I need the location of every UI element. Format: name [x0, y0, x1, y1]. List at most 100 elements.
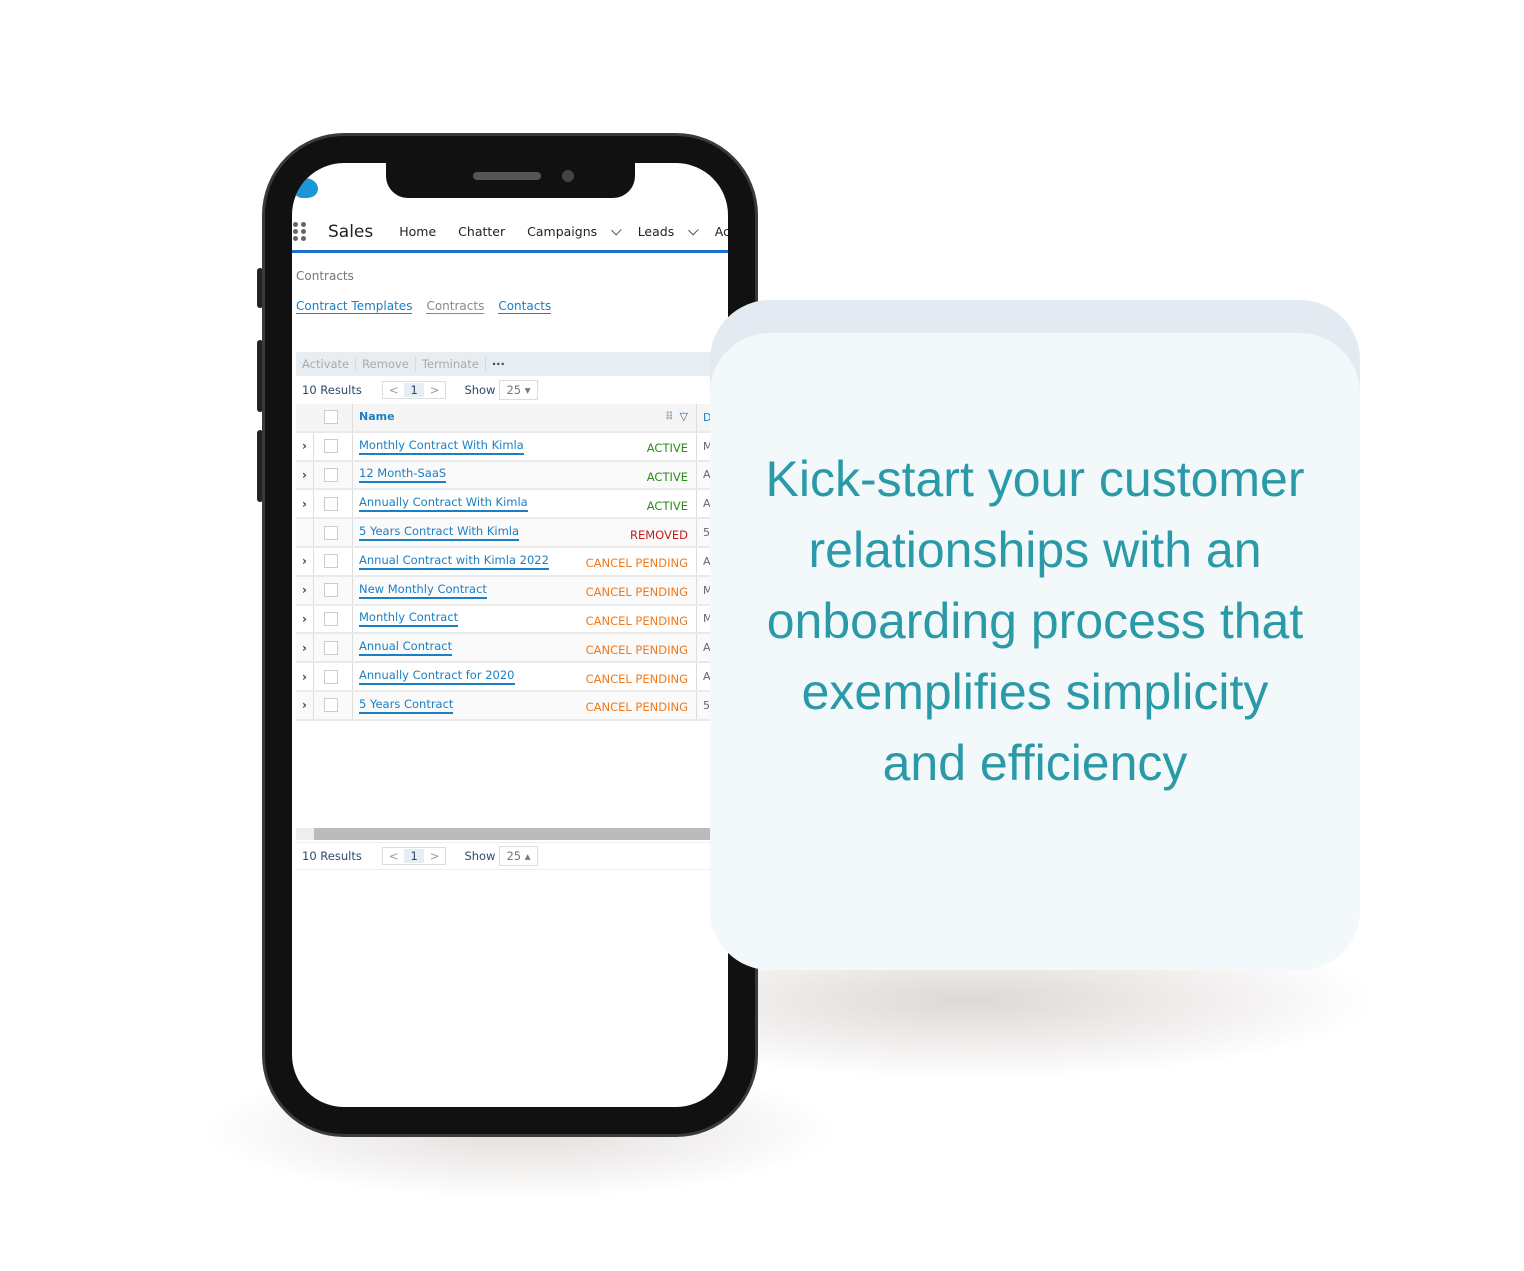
app-name: Sales — [328, 221, 374, 242]
status-badge: CANCEL PENDING — [585, 700, 688, 715]
status-badge: CANCEL PENDING — [585, 585, 688, 600]
nav-leads[interactable]: Leads — [638, 224, 675, 239]
next-page-button[interactable]: > — [424, 383, 446, 397]
status-badge: REMOVED — [629, 527, 688, 542]
link-contacts[interactable]: Contacts — [498, 299, 552, 314]
status-badge: CANCEL PENDING — [585, 671, 688, 686]
row-checkbox[interactable] — [324, 439, 338, 454]
nav-chatter[interactable]: Chatter — [458, 224, 505, 239]
results-count: 10 Results — [302, 849, 362, 863]
action-bar: Activate Remove Terminate ··· — [296, 352, 728, 376]
status-badge: CANCEL PENDING — [585, 642, 688, 657]
row-checkbox[interactable] — [324, 611, 338, 626]
expand-chevron-icon[interactable]: › — [296, 432, 314, 460]
expand-chevron-icon[interactable]: › — [296, 691, 314, 719]
page-size-select[interactable]: 25 ▾ — [499, 380, 538, 400]
page-size-value: 25 — [506, 383, 522, 397]
row-checkbox[interactable] — [324, 669, 338, 684]
table-row: › New Monthly Contract CANCEL PENDING M — [296, 576, 728, 606]
page-size-value: 25 — [506, 849, 522, 863]
results-count: 10 Results — [302, 383, 362, 397]
remove-button[interactable]: Remove — [356, 357, 416, 371]
expand-chevron-icon[interactable]: › — [296, 461, 314, 489]
expand-chevron-icon[interactable]: › — [296, 547, 314, 575]
salesforce-logo — [294, 178, 318, 198]
expand-chevron-icon[interactable]: › — [296, 490, 314, 518]
expand-chevron-icon[interactable]: › — [296, 663, 314, 690]
pager-top: 10 Results <1 > Show 25 ▾ — [296, 376, 728, 404]
headline: Kick-start your customer relationships w… — [765, 451, 1305, 791]
status-badge: CANCEL PENDING — [585, 613, 688, 628]
table-row: › 5 Years Contract CANCEL PENDING 5 — [296, 691, 728, 721]
expand-chevron-icon — [296, 519, 314, 546]
table-row: › 12 Month-SaaS ACTIVE A — [296, 461, 728, 491]
contracts-table: Name ⠿ ▽ D › Monthly Contract With Kimla ACT… — [296, 404, 728, 721]
link-contract-templates[interactable]: Contract Templates — [296, 299, 413, 314]
status-badge: ACTIVE — [646, 469, 688, 484]
page-size-select[interactable]: 25 ▴ — [499, 846, 538, 866]
contract-name-link[interactable]: Annually Contract With Kimla — [359, 495, 528, 513]
row-checkbox[interactable] — [324, 467, 338, 482]
top-nav: Sales Home Chatter Campaigns Leads Ac — [292, 213, 728, 253]
contract-name-link[interactable]: 12 Month-SaaS — [359, 466, 447, 484]
contract-name-link[interactable]: New Monthly Contract — [359, 582, 487, 599]
breadcrumb: Contracts — [296, 269, 354, 283]
nav-campaigns[interactable]: Campaigns — [527, 224, 597, 239]
contract-name-link[interactable]: 5 Years Contract With Kimla — [359, 524, 520, 542]
show-label: Show — [464, 383, 496, 397]
related-links: Contract Templates Contracts Contacts — [296, 299, 552, 314]
link-contracts[interactable]: Contracts — [426, 299, 485, 314]
select-all-checkbox[interactable] — [324, 410, 338, 425]
status-badge: CANCEL PENDING — [585, 556, 688, 571]
horizontal-scrollbar[interactable] — [296, 828, 728, 840]
nav-accounts[interactable]: Ac — [715, 224, 728, 239]
status-badge: ACTIVE — [646, 498, 688, 513]
table-header: Name ⠿ ▽ D — [296, 404, 728, 433]
phone-screen: Sales Home Chatter Campaigns Leads Ac Co… — [292, 163, 728, 1107]
status-badge: ACTIVE — [646, 441, 688, 456]
table-row: › Annual Contract with Kimla 2022 CANCEL P… — [296, 547, 728, 577]
row-checkbox[interactable] — [324, 583, 338, 598]
app-launcher-icon[interactable] — [293, 221, 307, 242]
prev-page-button[interactable]: < — [383, 849, 405, 863]
drag-handle-icon[interactable]: ⠿ — [665, 410, 674, 424]
table-row: › Annually Contract for 2020 CANCEL PENDIN… — [296, 663, 728, 692]
contract-name-link[interactable]: Annually Contract for 2020 — [359, 668, 515, 686]
more-icon[interactable]: ··· — [486, 357, 511, 371]
contract-name-link[interactable]: Annual Contract with Kimla 2022 — [359, 553, 549, 570]
expand-chevron-icon[interactable]: › — [296, 605, 314, 633]
contract-name-link[interactable]: 5 Years Contract — [359, 697, 454, 714]
caret-up-icon: ▴ — [524, 849, 531, 863]
table-row: › Annually Contract With Kimla ACTIVE A — [296, 490, 728, 520]
contract-name-link[interactable]: Monthly Contract — [359, 610, 459, 628]
table-row: › Monthly Contract CANCEL PENDING M — [296, 605, 728, 635]
prev-page-button[interactable]: < — [383, 383, 405, 397]
filter-icon[interactable]: ▽ — [680, 410, 688, 424]
table-row: › Monthly Contract With Kimla ACTIVE M — [296, 432, 728, 462]
table-row: 5 Years Contract With Kimla REMOVED 5 — [296, 519, 728, 548]
contract-name-link[interactable]: Annual Contract — [359, 639, 453, 657]
next-page-button[interactable]: > — [424, 849, 446, 863]
row-checkbox[interactable] — [324, 640, 338, 655]
contract-name-link[interactable]: Monthly Contract With Kimla — [359, 438, 524, 455]
phone-notch — [386, 163, 635, 198]
expand-chevron-icon[interactable]: › — [296, 576, 314, 604]
row-checkbox[interactable] — [324, 698, 338, 713]
headline-card: Kick-start your customer relationships w… — [710, 333, 1360, 970]
table-row: › Annual Contract CANCEL PENDING A — [296, 634, 728, 664]
nav-home[interactable]: Home — [399, 224, 436, 239]
row-checkbox[interactable] — [324, 554, 338, 569]
show-label: Show — [464, 849, 496, 863]
caret-down-icon: ▾ — [524, 383, 531, 397]
expand-chevron-icon[interactable]: › — [296, 634, 314, 662]
pager-bottom: 10 Results <1 > Show 25 ▴ — [296, 842, 728, 870]
row-checkbox[interactable] — [324, 525, 338, 540]
chevron-down-icon[interactable] — [688, 224, 699, 235]
terminate-button[interactable]: Terminate — [416, 357, 486, 371]
row-checkbox[interactable] — [324, 496, 338, 511]
activate-button[interactable]: Activate — [296, 357, 357, 371]
page-number[interactable]: 1 — [404, 383, 424, 397]
chevron-down-icon[interactable] — [611, 224, 622, 235]
page-number[interactable]: 1 — [404, 849, 424, 863]
column-name[interactable]: Name — [359, 410, 395, 424]
